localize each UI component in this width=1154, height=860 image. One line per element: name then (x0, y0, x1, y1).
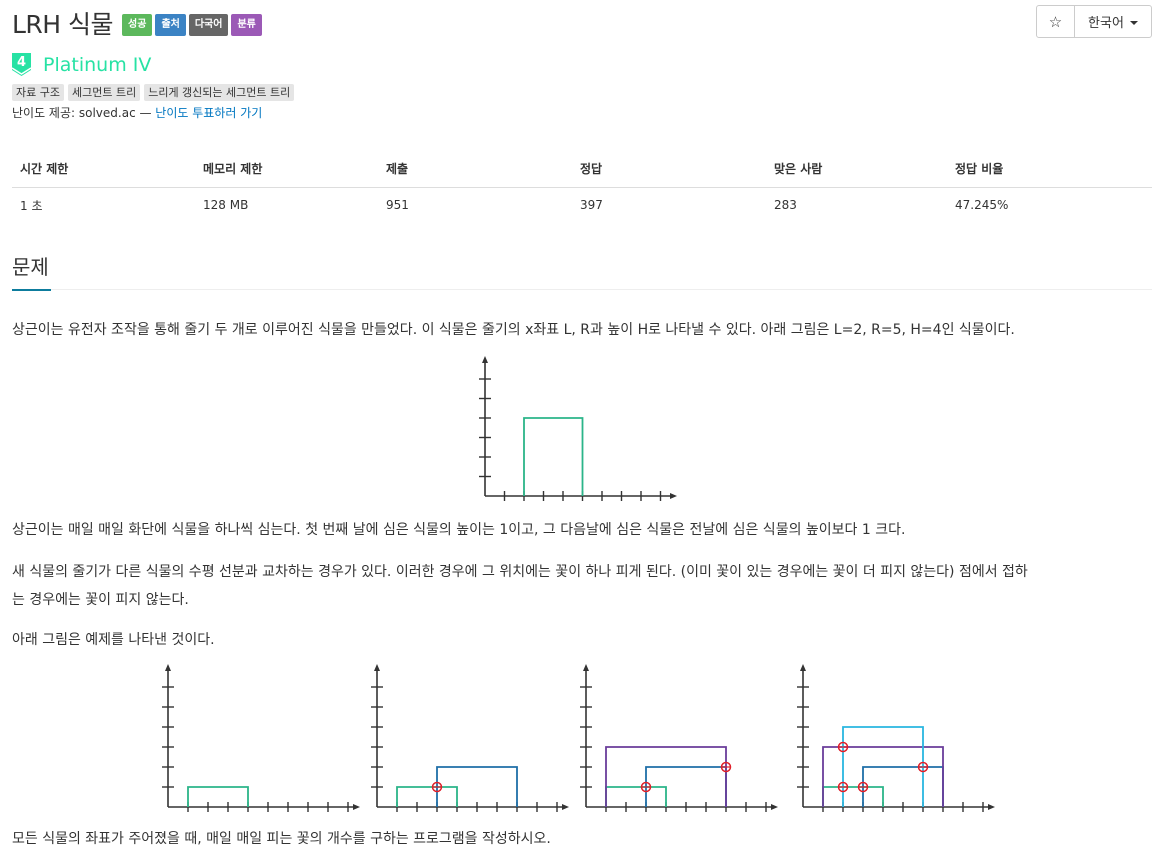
header-time-limit: 시간 제한 (12, 150, 195, 188)
page-title: LRH 식물 (12, 10, 114, 39)
header-ratio: 정답 비율 (947, 150, 1152, 188)
vote-difficulty-link[interactable]: 난이도 투표하러 가기 (155, 106, 262, 120)
section-title: 문제 (12, 254, 51, 291)
plant-shape (822, 786, 884, 807)
title-row: LRH 식물 성공 출처 다국어 분류 (12, 6, 262, 40)
header-accepted: 정답 (572, 150, 766, 188)
x-axis-arrow (670, 493, 677, 499)
tag-item[interactable]: 세그먼트 트리 (67, 84, 141, 101)
plant-shape (523, 417, 584, 496)
statement-paragraph-3-line-2: 는 경우에는 꽃이 피지 않는다. (12, 592, 189, 608)
plant-shape (396, 786, 458, 807)
tier-number: 4 (17, 55, 26, 70)
single-plant-figure (479, 356, 677, 501)
x-axis-arrow (353, 804, 360, 810)
solvers-value: 283 (774, 198, 797, 213)
problem-section-header: 문제 (12, 254, 1152, 291)
label-multilang[interactable]: 다국어 (188, 14, 229, 36)
time-limit-value: 1 초 (20, 198, 43, 213)
y-axis-arrow (482, 356, 488, 363)
problem-labels: 성공 출처 다국어 분류 (122, 14, 262, 36)
label-success[interactable]: 성공 (122, 14, 153, 36)
y-axis-arrow (800, 664, 806, 671)
statement-paragraph-2: 상근이는 매일 매일 화단에 식물을 하나씩 심는다. 첫 번째 날에 심은 식… (12, 522, 906, 538)
statement-paragraph-4: 아래 그림은 예제를 나타낸 것이다. (12, 632, 215, 648)
x-axis-arrow (988, 804, 995, 810)
header-memory-limit: 메모리 제한 (195, 150, 378, 188)
favorite-button[interactable]: ☆ (1037, 6, 1075, 37)
caret-down-icon (1129, 20, 1138, 25)
example-figure-3 (580, 664, 778, 812)
algorithm-tags: 자료 구조 세그먼트 트리 느리게 갱신되는 세그먼트 트리 (12, 84, 295, 101)
y-axis-arrow (374, 664, 380, 671)
accepted-value: 397 (580, 198, 603, 213)
plant-shape (187, 786, 249, 807)
label-category[interactable]: 분류 (231, 14, 262, 36)
language-dropdown[interactable]: 한국어 (1075, 6, 1151, 37)
tier-name[interactable]: Platinum IV (43, 54, 151, 76)
ratio-value: 47.245% (955, 198, 1009, 213)
memory-limit-value: 128 MB (203, 198, 249, 213)
plant-shape (605, 786, 667, 807)
table-row: 1 초 128 MB 951 397 283 47.245% (12, 187, 1152, 223)
example-figure-4 (797, 664, 995, 812)
tag-item[interactable]: 느리게 갱신되는 세그먼트 트리 (144, 84, 295, 101)
statement-paragraph-1: 상근이는 유전자 조작을 통해 줄기 두 개로 이루어진 식물을 만들었다. 이… (12, 322, 1015, 338)
problem-info-table: 시간 제한 메모리 제한 제출 정답 맞은 사람 정답 비율 1 초 128 M… (12, 150, 1152, 223)
x-axis-arrow (771, 804, 778, 810)
star-icon: ☆ (1048, 12, 1063, 31)
y-axis-arrow (165, 664, 171, 671)
submissions-value: 951 (386, 198, 409, 213)
statement-paragraph-5: 모든 식물의 좌표가 주어졌을 때, 매일 매일 피는 꽃의 개수를 구하는 프… (12, 831, 551, 847)
statement-paragraph-3-line-1: 새 식물의 줄기가 다른 식물의 수평 선분과 교차하는 경우가 있다. 이러한… (12, 564, 1028, 580)
tier-row: 4 Platinum IV (12, 53, 151, 77)
label-source[interactable]: 출처 (155, 14, 186, 36)
tier-badge-icon: 4 (12, 53, 31, 76)
credit-prefix: 난이도 제공: solved.ac — (12, 106, 156, 120)
header-solvers: 맞은 사람 (766, 150, 947, 188)
example-figure-2 (371, 664, 569, 812)
difficulty-credit: 난이도 제공: solved.ac — 난이도 투표하러 가기 (12, 104, 262, 121)
top-right-toolbar: ☆ 한국어 (1036, 5, 1152, 38)
header-submissions: 제출 (378, 150, 572, 188)
statement-paragraph-3: 새 식물의 줄기가 다른 식물의 수평 선분과 교차하는 경우가 있다. 이러한… (12, 558, 1132, 614)
tag-item[interactable]: 자료 구조 (12, 84, 64, 101)
example-figure-1 (162, 664, 360, 812)
x-axis-arrow (562, 804, 569, 810)
y-axis-arrow (583, 664, 589, 671)
language-label: 한국어 (1088, 16, 1124, 31)
